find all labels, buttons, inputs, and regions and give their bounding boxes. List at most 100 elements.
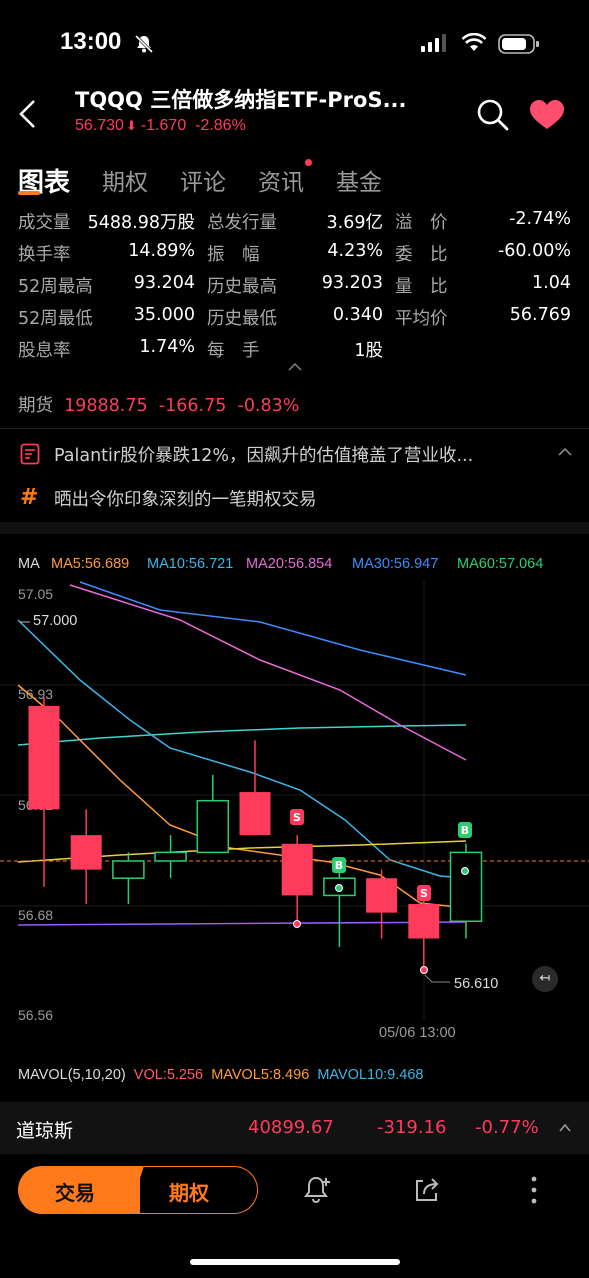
stat-label: 溢 价: [395, 213, 448, 233]
search-icon[interactable]: [476, 98, 510, 132]
stat-label: 52周最低: [18, 309, 93, 329]
candle: [366, 878, 398, 913]
stat-value: 56.769: [509, 305, 571, 325]
ma-purple-line: [17, 921, 467, 926]
stat-value: 1.04: [532, 273, 571, 293]
tab-fund[interactable]: 基金: [336, 163, 382, 197]
wifi-icon: [461, 33, 487, 51]
svg-text:S: S: [420, 887, 428, 900]
stat-label: 量 比: [395, 277, 448, 297]
low-marker-line: [424, 974, 450, 983]
stat-value: 35.000: [133, 305, 195, 325]
stats-row: 换手率 14.89% 振 幅 4.23% 委 比 -60.00%: [0, 241, 589, 273]
ticker-pct: -0.77%: [475, 1117, 539, 1138]
candle: [281, 843, 313, 896]
index-ticker[interactable]: 道琼斯 40899.67 -319.16 -0.77%: [0, 1102, 589, 1154]
stat-value: 0.340: [332, 305, 383, 325]
stat-value: 93.204: [133, 273, 195, 293]
futures-row[interactable]: 期货 19888.75 -166.75 -0.83%: [18, 392, 299, 417]
stat-label: 振 幅: [207, 245, 260, 265]
ma20-value: MA20:56.854: [246, 556, 333, 572]
stat-value: -60.00%: [497, 241, 571, 261]
price-change: -1.670: [140, 117, 187, 134]
svg-text:B: B: [335, 859, 343, 872]
stat-value: 14.89%: [128, 241, 195, 261]
stats-row: 成交量 5488.98万股 总发行量 3.69亿 溢 价 -2.74%: [0, 209, 589, 241]
battery-icon: [498, 34, 539, 54]
candle: [28, 705, 60, 810]
news-doc-icon: [20, 443, 40, 465]
stat-value: 4.23%: [327, 241, 383, 261]
heart-icon[interactable]: [528, 99, 566, 131]
price-change-pct: -2.86%: [195, 117, 246, 134]
chevron-up-icon[interactable]: [558, 1123, 572, 1133]
stat-label: 历史最高: [207, 277, 277, 297]
price: 56.730: [75, 117, 124, 134]
stat-value: 93.203: [321, 273, 383, 293]
more-icon[interactable]: [527, 1174, 541, 1206]
alert-add-icon[interactable]: [302, 1174, 334, 1206]
stat-label: 委 比: [395, 245, 448, 265]
time-label: 05/06 13:00: [379, 1025, 456, 1041]
status-time: 13:00: [60, 28, 122, 55]
hashtag-icon: #: [20, 485, 39, 510]
stats-row: 52周最高 93.204 历史最高 93.203 量 比 1.04: [0, 273, 589, 305]
stat-label: 股息率: [18, 341, 71, 361]
stat-value: 1.74%: [139, 337, 195, 357]
tab-options[interactable]: 期权: [102, 163, 148, 197]
stat-label: 每 手: [207, 341, 260, 361]
candle: [449, 851, 483, 923]
ma-label: MA: [18, 556, 40, 572]
ma30-value: MA30:56.947: [352, 556, 439, 572]
mavol-legend: MAVOL(5,10,20) VOL:5.256 MAVOL5:8.496 MA…: [18, 1067, 423, 1083]
news-headline[interactable]: Palantir股价暴跌12%，因飙升的估值掩盖了营业收...: [54, 442, 473, 467]
page-title: TQQQ 三倍做多纳指ETF-ProS...: [75, 88, 407, 112]
news-dot-badge: [305, 159, 312, 166]
low-label: 56.610: [454, 976, 499, 992]
signal-icon: [421, 34, 446, 52]
candle: [196, 799, 230, 854]
mavol5-value: MAVOL5:8.496: [211, 1067, 310, 1083]
chevron-up-icon[interactable]: [557, 447, 573, 457]
candle: [70, 835, 102, 870]
section-separator: [0, 522, 589, 534]
options-label: 期权: [169, 1181, 209, 1205]
stat-label: 成交量: [18, 213, 71, 233]
stats-row: 52周最低 35.000 历史最低 0.340 平均价 56.769: [0, 305, 589, 337]
candle: [408, 904, 440, 939]
tab-news[interactable]: 资讯: [258, 163, 304, 197]
down-arrow-icon: ⬇: [125, 118, 137, 133]
stat-label: 52周最高: [18, 277, 93, 297]
trade-label: 交易: [55, 1181, 95, 1205]
ticker-change: -319.16: [377, 1117, 447, 1138]
tab-comments[interactable]: 评论: [180, 163, 226, 197]
futures-label: 期货: [18, 396, 53, 416]
stat-label: 历史最低: [207, 309, 277, 329]
mavol10-value: MAVOL10:9.468: [317, 1067, 424, 1083]
ma5-value: MA5:56.689: [51, 556, 130, 572]
candle: [239, 792, 271, 836]
tab-indicator: [18, 191, 40, 195]
ma20-line: [69, 584, 467, 761]
stat-value: 1股: [354, 341, 383, 361]
mavol-label: MAVOL(5,10,20): [18, 1067, 126, 1083]
collapse-chevron-icon[interactable]: [287, 362, 303, 372]
futures-pct: -0.83%: [237, 396, 300, 416]
share-icon[interactable]: [411, 1174, 443, 1206]
stat-label: 平均价: [395, 309, 448, 329]
price-line: 56.730 ⬇ -1.670 -2.86%: [75, 117, 246, 135]
vol-value: VOL:5.256: [133, 1067, 204, 1083]
stat-value: 5488.98万股: [87, 213, 195, 233]
candle: [112, 860, 145, 879]
stat-label: 换手率: [18, 245, 71, 265]
svg-text:S: S: [293, 811, 301, 824]
promo-text[interactable]: 晒出令你印象深刻的一笔期权交易: [54, 486, 317, 511]
home-indicator: [190, 1259, 400, 1265]
reset-chart-icon[interactable]: ↤: [532, 966, 558, 992]
high-label: 57.000: [33, 613, 78, 629]
candlestick-chart[interactable]: B B S S: [0, 580, 589, 1020]
back-icon[interactable]: [16, 98, 40, 130]
divider: [0, 428, 589, 429]
bell-muted-icon: [134, 34, 154, 54]
stat-label: 总发行量: [207, 213, 277, 233]
